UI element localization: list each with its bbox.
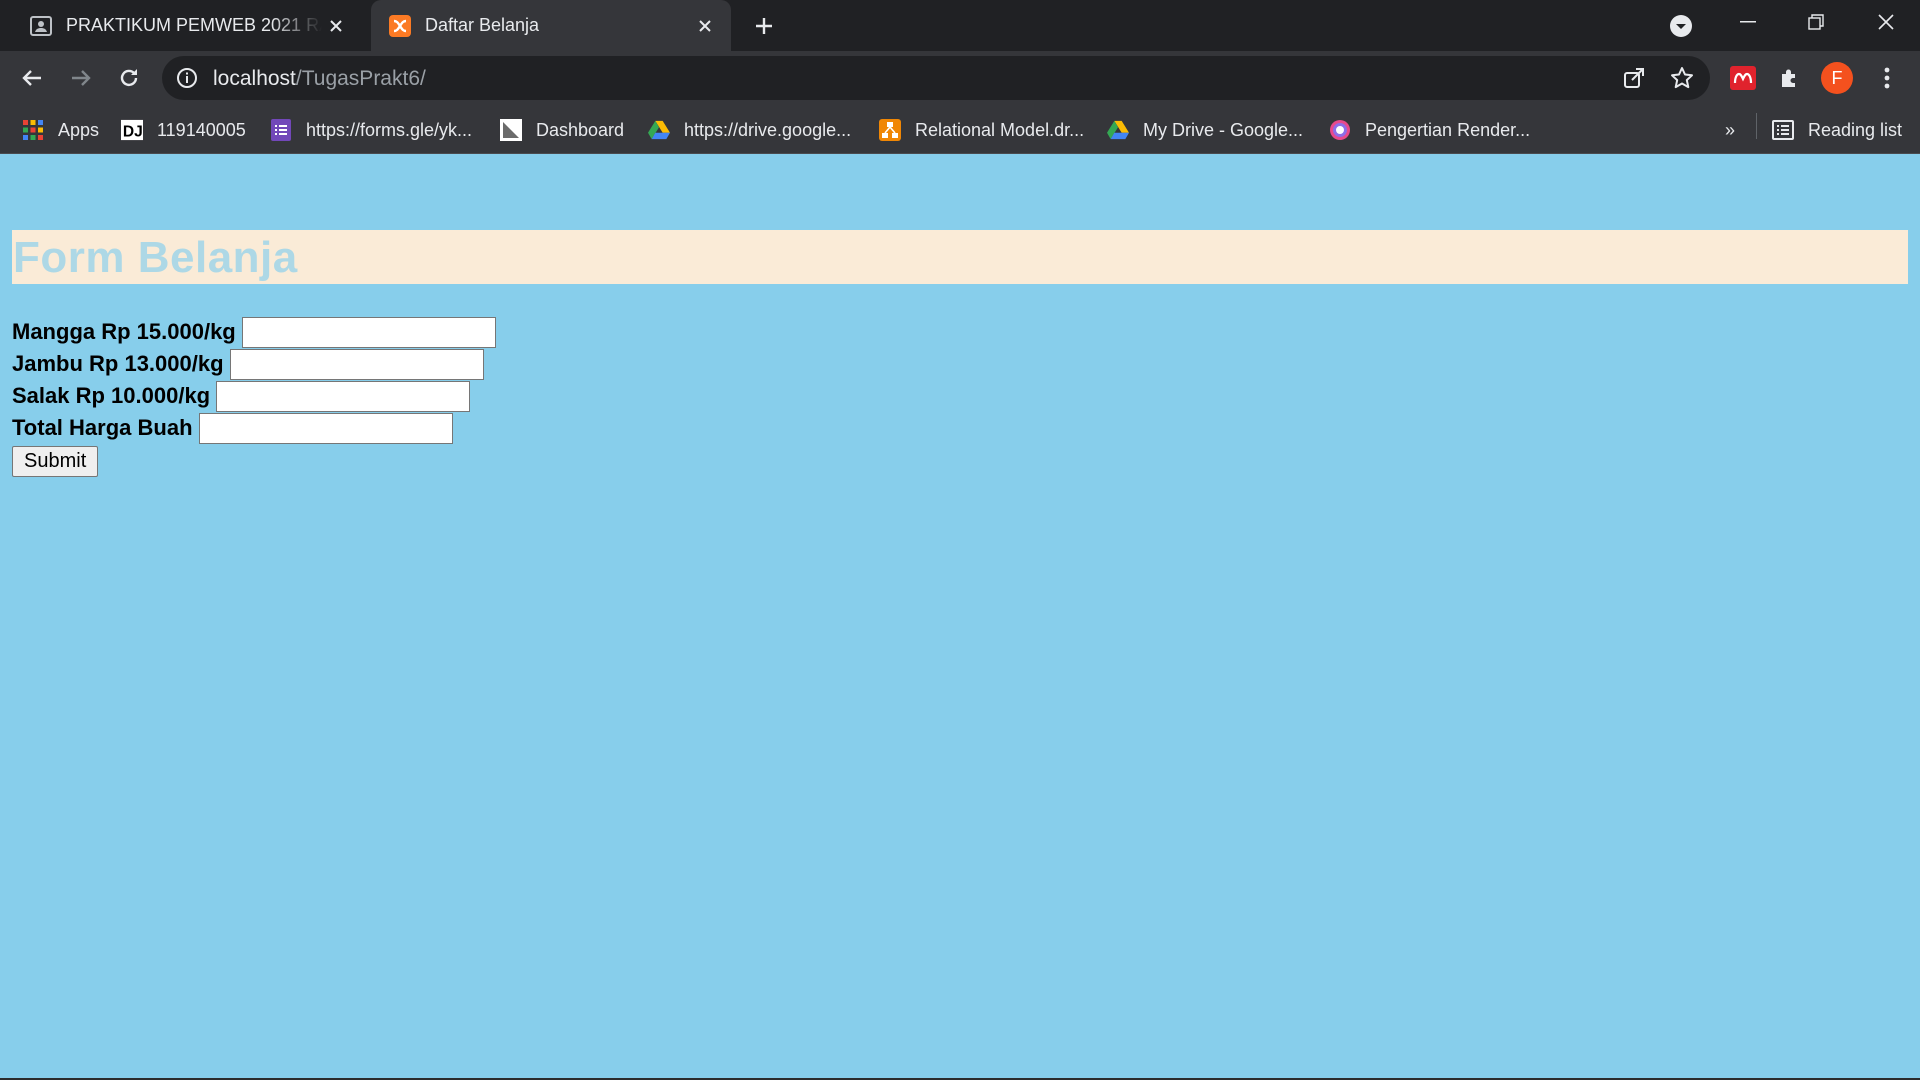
google-drive-icon	[1107, 119, 1129, 141]
drawio-icon	[879, 119, 901, 141]
submit-button[interactable]: Submit	[12, 446, 99, 477]
itera-icon	[500, 119, 522, 141]
reload-icon	[120, 69, 138, 87]
reading-list-icon	[1772, 119, 1794, 141]
jambu-input[interactable]	[229, 348, 484, 380]
bookmark-label: My Drive - Google...	[1143, 119, 1304, 140]
form-row-total: Total Harga Buah	[12, 412, 496, 444]
dj-icon: DJ	[121, 119, 143, 141]
google-drive-icon	[648, 119, 670, 141]
mendeley-extension-icon[interactable]	[1727, 62, 1759, 94]
back-button[interactable]	[15, 61, 49, 95]
mangga-input[interactable]	[241, 316, 496, 348]
close-window-button[interactable]	[1852, 0, 1920, 44]
close-icon	[1878, 14, 1894, 30]
bookmark-relational-model[interactable]: Relational Model.dr...	[879, 115, 1084, 145]
page-title: Form Belanja	[13, 233, 298, 282]
bookmark-dashboard[interactable]: Dashboard	[500, 115, 624, 145]
salak-input[interactable]	[216, 380, 471, 412]
reading-list-button[interactable]: Reading list	[1772, 115, 1902, 145]
menu-icon[interactable]	[1871, 62, 1903, 94]
bookmark-forms[interactable]: https://forms.gle/yk...	[270, 115, 472, 145]
heading-bar: Form Belanja	[12, 230, 1908, 284]
reload-button[interactable]	[112, 61, 146, 95]
url-text: localhost/TugasPrakt6/	[213, 67, 426, 91]
svg-text:DJ: DJ	[123, 123, 143, 140]
tab-title: Daftar Belanja	[425, 15, 540, 35]
restore-button[interactable]	[1782, 0, 1850, 44]
star-icon[interactable]	[1668, 64, 1696, 92]
tab-strip: PRAKTIKUM PEMWEB 2021 RA, R Daftar Belan…	[0, 0, 1920, 51]
arrow-right-icon	[72, 70, 91, 86]
url-host: localhost	[213, 67, 296, 90]
bookmark-my-drive[interactable]: My Drive - Google...	[1107, 115, 1303, 145]
chevron-down-circle-icon	[1670, 15, 1692, 37]
bookmarks-divider	[1756, 113, 1757, 139]
reading-list-label: Reading list	[1808, 119, 1903, 140]
close-icon[interactable]	[322, 12, 350, 40]
bookmark-label: https://drive.google...	[684, 119, 852, 140]
xampp-icon	[389, 14, 411, 37]
bookmark-119140005[interactable]: DJ 119140005	[121, 115, 246, 145]
shopping-form: Mangga Rp 15.000/kg Jambu Rp 13.000/kg S…	[12, 316, 496, 477]
browser-chrome: PRAKTIKUM PEMWEB 2021 RA, R Daftar Belan…	[0, 0, 1920, 154]
tab-daftar-belanja[interactable]: Daftar Belanja	[371, 0, 731, 51]
overflow-chevron: »	[1725, 119, 1736, 140]
arrow-left-icon	[22, 70, 41, 86]
bookmark-label: Apps	[58, 119, 100, 140]
restore-icon	[1808, 14, 1824, 30]
bookmarks-bar: Apps DJ 119140005 https://forms.gle/yk..…	[0, 105, 1920, 154]
bookmark-label: Dashboard	[536, 119, 625, 140]
bookmark-drive[interactable]: https://drive.google...	[648, 115, 851, 145]
bookmark-label: 119140005	[157, 119, 246, 140]
salak-label: Salak Rp 10.000/kg	[12, 383, 211, 408]
puzzle-icon[interactable]	[1774, 62, 1806, 94]
bookmark-label: Relational Model.dr...	[915, 119, 1085, 140]
form-row-jambu: Jambu Rp 13.000/kg	[12, 348, 496, 380]
apps-grid-icon	[22, 119, 44, 141]
total-input[interactable]	[198, 412, 453, 444]
plus-icon	[756, 18, 772, 34]
new-tab-button[interactable]	[748, 10, 780, 42]
bookmark-apps[interactable]: Apps	[22, 115, 99, 145]
site-icon	[1329, 119, 1351, 141]
total-label: Total Harga Buah	[12, 415, 193, 440]
info-icon[interactable]	[176, 67, 198, 89]
forward-button[interactable]	[64, 61, 98, 95]
url-path: /TugasPrakt6/	[295, 67, 426, 90]
mangga-label: Mangga Rp 15.000/kg	[12, 319, 236, 344]
bookmark-pengertian-render[interactable]: Pengertian Render...	[1329, 115, 1530, 145]
jambu-label: Jambu Rp 13.000/kg	[12, 351, 224, 376]
minimize-icon	[1740, 21, 1756, 23]
bookmarks-overflow-button[interactable]: »	[1725, 115, 1735, 145]
bookmark-label: Pengertian Render...	[1365, 119, 1531, 140]
page-content: Form Belanja Mangga Rp 15.000/kg Jambu R…	[0, 154, 1920, 1080]
tab-search-button[interactable]	[1666, 11, 1696, 41]
tab-praktikum[interactable]: PRAKTIKUM PEMWEB 2021 RA, R	[12, 0, 362, 51]
tab-title: PRAKTIKUM PEMWEB 2021 RA, R	[66, 15, 322, 35]
form-row-mangga: Mangga Rp 15.000/kg	[12, 316, 496, 348]
address-bar[interactable]: localhost/TugasPrakt6/	[162, 56, 1710, 100]
share-icon[interactable]	[1620, 64, 1648, 92]
profile-initial: F	[1831, 67, 1843, 88]
classroom-icon	[30, 15, 52, 37]
bookmark-label: https://forms.gle/yk...	[306, 119, 473, 140]
google-forms-icon	[270, 119, 292, 141]
form-row-salak: Salak Rp 10.000/kg	[12, 380, 496, 412]
minimize-button[interactable]	[1714, 0, 1782, 44]
profile-avatar[interactable]: F	[1821, 62, 1853, 94]
close-icon[interactable]	[691, 12, 719, 40]
